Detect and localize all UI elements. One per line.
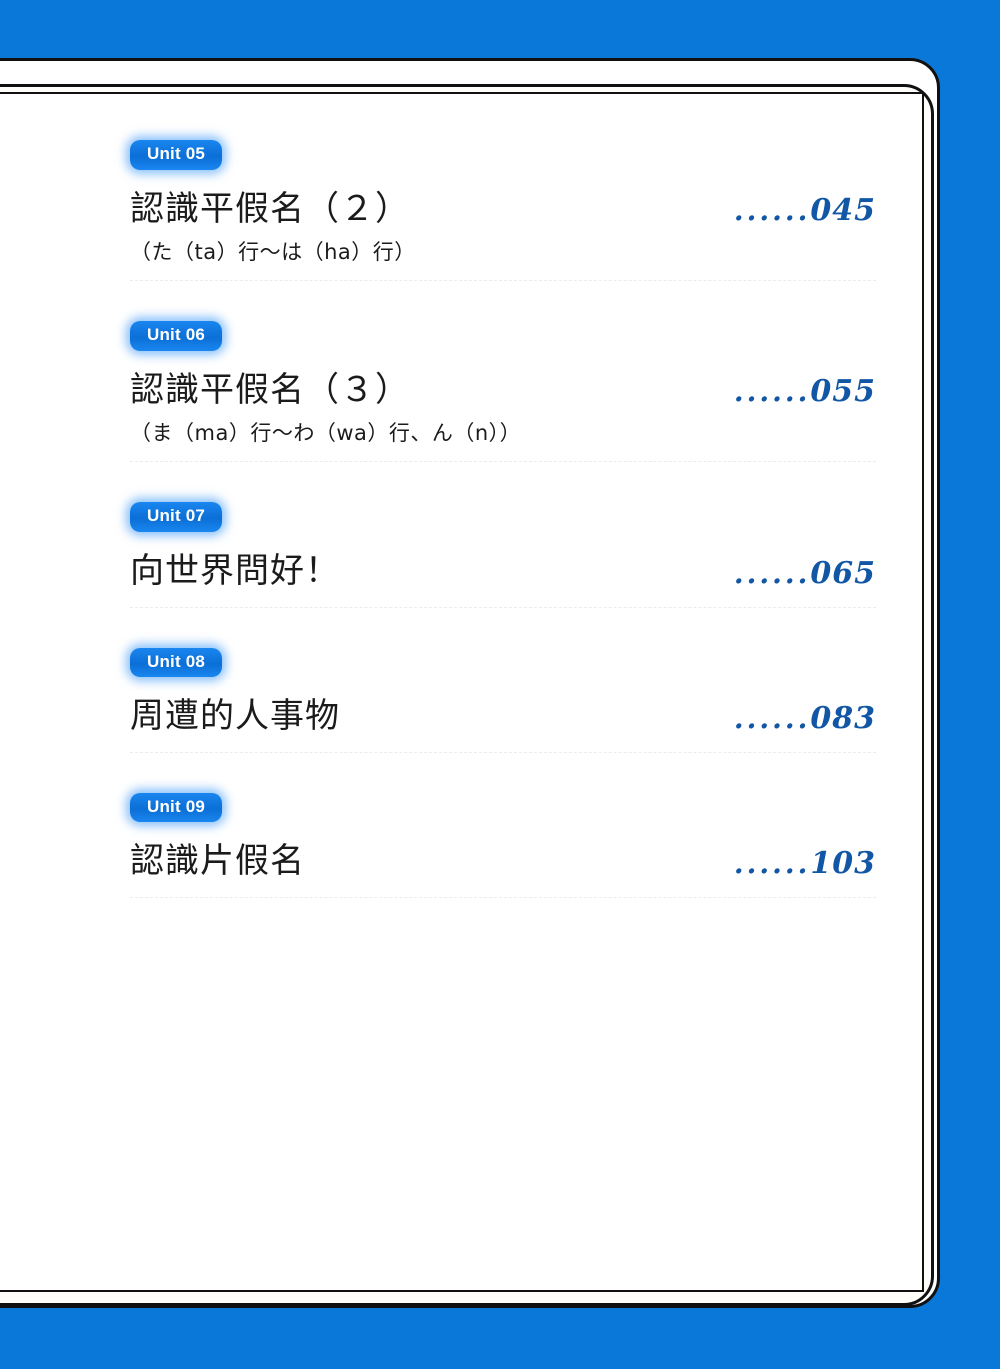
table-of-contents: Unit 05 認識平假名（２） ......045 （た（ta）行～は（ha）… <box>130 140 876 898</box>
toc-entry-title: 周遭的人事物 <box>130 696 340 737</box>
toc-entry-page: ......103 <box>734 846 876 883</box>
toc-entry[interactable]: Unit 06 認識平假名（３） ......055 （ま（ma）行～わ（wa）… <box>130 321 876 463</box>
page-number: 103 <box>810 845 876 881</box>
toc-entry-subtitle: （ま（ma）行～わ（wa）行、ん（n）） <box>130 421 522 446</box>
toc-entry-page: ......045 <box>734 193 876 230</box>
toc-entry-row: 認識平假名（２） ......045 <box>130 188 876 231</box>
unit-badge: Unit 07 <box>130 502 223 533</box>
unit-badge: Unit 06 <box>130 321 223 351</box>
toc-entry[interactable]: Unit 09 認識片假名 ......103 <box>130 792 876 898</box>
leader-dots: ...... <box>733 194 811 228</box>
page-number: 083 <box>810 700 876 736</box>
leader-dots: ...... <box>733 375 811 409</box>
toc-entry-title: 認識片假名 <box>130 841 305 882</box>
toc-entry-title: 向世界問好！ <box>130 551 340 592</box>
unit-badge: Unit 08 <box>130 647 223 678</box>
page-number: 065 <box>810 555 876 591</box>
toc-entry-row: 周遭的人事物 ......083 <box>130 695 876 738</box>
toc-entry-page: ......055 <box>734 374 876 411</box>
page-number: 055 <box>810 374 876 410</box>
unit-badge: Unit 09 <box>130 792 223 823</box>
toc-entry-row: 向世界問好！ ......065 <box>130 550 876 593</box>
toc-entry-row: 認識片假名 ......103 <box>130 840 876 883</box>
toc-entry[interactable]: Unit 08 周遭的人事物 ......083 <box>130 647 876 753</box>
toc-entry[interactable]: Unit 07 向世界問好！ ......065 <box>130 502 876 608</box>
toc-entry[interactable]: Unit 05 認識平假名（２） ......045 （た（ta）行～は（ha）… <box>130 140 876 282</box>
toc-entry-page: ......065 <box>734 556 876 593</box>
toc-entry-subtitle: （た（ta）行～は（ha）行） <box>130 240 416 265</box>
leader-dots: ...... <box>733 556 811 590</box>
toc-entry-page: ......083 <box>734 701 876 738</box>
toc-entry-title: 認識平假名（３） <box>130 369 410 410</box>
toc-entry-row: 認識平假名（３） ......055 <box>130 369 876 412</box>
unit-badge: Unit 05 <box>130 140 223 170</box>
toc-entry-title: 認識平假名（２） <box>130 188 410 229</box>
leader-dots: ...... <box>733 846 811 880</box>
leader-dots: ...... <box>733 701 811 735</box>
page-number: 045 <box>810 193 876 229</box>
